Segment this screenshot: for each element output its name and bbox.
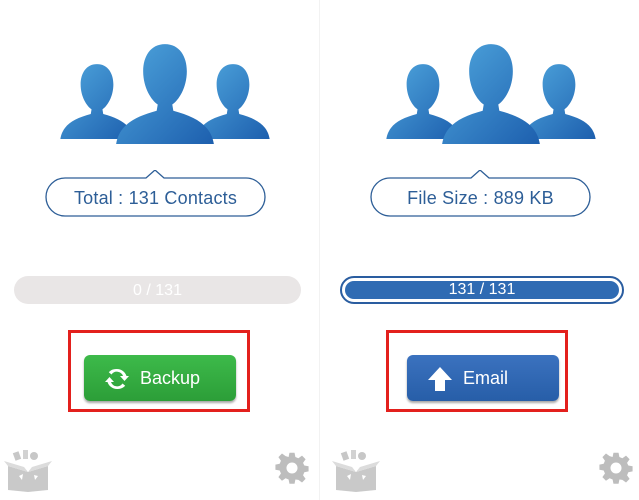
backup-progress-bar: 0 / 131 <box>14 276 301 304</box>
backup-button-highlight: Backup <box>68 330 250 412</box>
file-size-bubble: File Size : 889 KB <box>363 170 598 224</box>
email-button-label: Email <box>463 368 509 388</box>
email-progress-text: 131 / 131 <box>448 281 516 298</box>
backup-button-label: Backup <box>140 368 201 388</box>
total-contacts-bubble: Total : 131 Contacts <box>38 170 273 224</box>
total-contacts-label: Total : 131 Contacts <box>73 188 238 208</box>
box-icon[interactable] <box>4 450 52 492</box>
sync-icon <box>105 368 129 390</box>
box-icon[interactable] <box>332 450 380 492</box>
backup-progress-text: 0 / 131 <box>133 282 182 299</box>
email-progress-bar: 131 / 131 <box>340 276 624 304</box>
email-panel: File Size : 889 KB 131 / 131 Email <box>320 0 639 500</box>
contacts-group-icon <box>386 44 596 144</box>
backup-button[interactable]: Backup <box>84 355 236 401</box>
upload-arrow-icon <box>428 367 452 391</box>
email-button[interactable]: Email <box>407 355 559 401</box>
email-button-highlight: Email <box>386 330 568 412</box>
gear-icon[interactable] <box>275 451 309 485</box>
contacts-group-icon <box>60 44 270 144</box>
gear-icon[interactable] <box>599 451 633 485</box>
file-size-label: File Size : 889 KB <box>407 188 554 208</box>
backup-panel: Total : 131 Contacts 0 / 131 Backup <box>0 0 319 500</box>
